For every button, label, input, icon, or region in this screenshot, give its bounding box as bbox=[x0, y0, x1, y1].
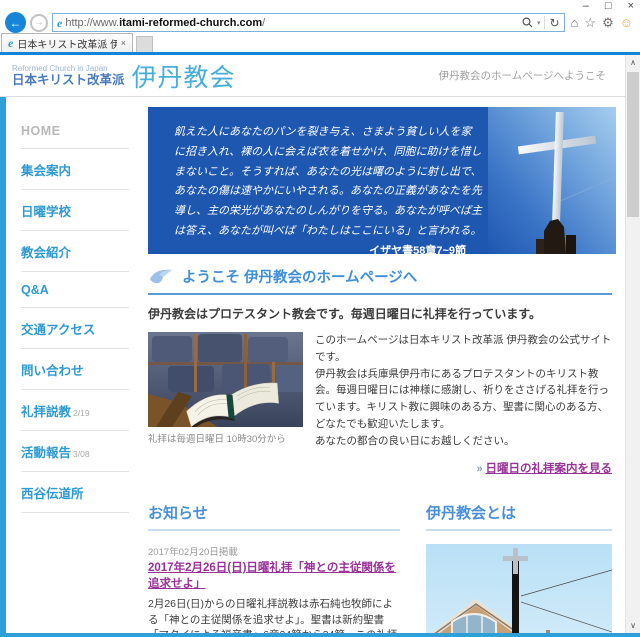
scrollbar-thumb[interactable] bbox=[627, 72, 639, 217]
scroll-down-arrow-icon[interactable]: ∨ bbox=[626, 618, 640, 633]
sidebar-item-sermons[interactable]: 礼拝説教2/19 bbox=[21, 390, 129, 431]
logo-subtitle-ja: 日本キリスト改革派 bbox=[12, 73, 125, 87]
news-link-sunday-worship[interactable]: 2017年2月26日(日)日曜礼拝「神との主従関係を追求せよ」 bbox=[148, 560, 400, 592]
sidebar-nav: HOME 集会案内 日曜学校 教会紹介 Q&A 交通アクセス 問い合わせ 礼拝説… bbox=[6, 97, 140, 633]
sidebar-item-home[interactable]: HOME bbox=[21, 113, 129, 149]
tab-bar: e 日本キリスト改革派 伊丹教会... × bbox=[0, 33, 640, 52]
photo-caption: 礼拝は毎週日曜日 10時30分から bbox=[148, 431, 303, 445]
minimize-icon[interactable]: – bbox=[583, 0, 589, 12]
home-icon[interactable]: ⌂ bbox=[571, 16, 579, 30]
url-text[interactable]: http://www.itami-reformed-church.com/ bbox=[65, 17, 519, 29]
refresh-icon[interactable]: ↻ bbox=[549, 16, 559, 30]
tab-favicon: e bbox=[8, 37, 13, 49]
cross-photo bbox=[488, 107, 616, 254]
search-icon[interactable] bbox=[522, 17, 533, 28]
page-body: HOME 集会案内 日曜学校 教会紹介 Q&A 交通アクセス 問い合わせ 礼拝説… bbox=[0, 97, 640, 633]
ie-favicon: e bbox=[57, 17, 62, 29]
scripture-verse: 飢えた人にあなたのパンを裂き与え、さまよう貧しい人を家に招き入れ、裸の人に会えば… bbox=[174, 123, 482, 242]
bible-photo bbox=[148, 332, 303, 427]
sidebar-item-access[interactable]: 交通アクセス bbox=[21, 308, 129, 349]
sidebar-item-sunday-school[interactable]: 日曜学校 bbox=[21, 190, 129, 231]
search-dropdown-icon[interactable]: ▾ bbox=[537, 19, 541, 27]
address-bar[interactable]: e http://www.itami-reformed-church.com/ … bbox=[52, 13, 565, 32]
tab-itami-church[interactable]: e 日本キリスト改革派 伊丹教会... × bbox=[1, 33, 133, 52]
scripture-reference: イザヤ書58章7~9節 bbox=[174, 242, 482, 258]
browser-window: – □ × ← → e http://www.itami-reformed-ch… bbox=[0, 0, 640, 637]
tab-title: 日本キリスト改革派 伊丹教会... bbox=[17, 36, 116, 51]
scripture-banner: 飢えた人にあなたのパンを裂き与え、さまよう貧しい人を家に招き入れ、裸の人に会えば… bbox=[148, 107, 612, 254]
new-tab-button[interactable] bbox=[136, 36, 153, 52]
news-item: 2017年02月20日掲載 2017年2月26日(日)日曜礼拝「神との主従関係を… bbox=[148, 544, 400, 633]
news-body: 2月26日(日)からの日曜礼拝説教は赤石純也牧師による「神との主従関係を追求せよ… bbox=[148, 597, 400, 633]
site-title: 伊丹教会 bbox=[132, 58, 236, 94]
favorites-star-icon[interactable]: ☆ bbox=[584, 16, 596, 30]
tab-close-icon[interactable]: × bbox=[121, 38, 126, 48]
welcome-text: このホームページは日本キリスト改革派 伊丹教会の公式サイトです。 伊丹教会は兵庫… bbox=[315, 332, 612, 478]
title-bar: – □ × bbox=[0, 0, 640, 12]
gear-icon[interactable]: ⚙ bbox=[602, 16, 614, 30]
sidebar-item-nishitani[interactable]: 西谷伝道所 bbox=[21, 472, 129, 513]
close-icon[interactable]: × bbox=[628, 0, 634, 12]
welcome-lead: 伊丹教会はプロテスタント教会です。毎週日曜日に礼拝を行っています。 bbox=[148, 305, 612, 322]
main-content: 飢えた人にあなたのパンを裂き与え、さまよう貧しい人を家に招き入れ、裸の人に会えば… bbox=[148, 97, 612, 633]
news-heading: お知らせ bbox=[148, 502, 400, 531]
about-section: 伊丹教会とは bbox=[426, 502, 612, 633]
news-section: お知らせ 2017年02月20日掲載 2017年2月26日(日)日曜礼拝「神との… bbox=[148, 502, 400, 633]
sidebar-item-contact[interactable]: 問い合わせ bbox=[21, 349, 129, 390]
scroll-up-arrow-icon[interactable]: ∧ bbox=[626, 55, 640, 70]
site-logo[interactable]: Reformed Church in Japan 日本キリスト改革派 伊丹教会 bbox=[12, 58, 236, 94]
feedback-smiley-icon[interactable]: ☺ bbox=[620, 16, 633, 30]
back-button[interactable]: ← bbox=[5, 12, 26, 33]
header-welcome-text: 伊丹教会のホームページへようこそ bbox=[439, 68, 606, 83]
site-bottom-border bbox=[0, 633, 640, 637]
divider bbox=[544, 16, 545, 29]
worship-guide-link[interactable]: 日曜日の礼拝案内を見る bbox=[486, 463, 613, 475]
navigation-bar: ← → e http://www.itami-reformed-church.c… bbox=[0, 12, 640, 33]
dove-icon bbox=[148, 267, 174, 287]
worship-photo-block: 礼拝は毎週日曜日 10時30分から bbox=[148, 332, 303, 478]
about-heading: 伊丹教会とは bbox=[426, 502, 612, 531]
link-arrows: » bbox=[476, 463, 482, 475]
maximize-icon[interactable]: □ bbox=[605, 0, 612, 12]
logo-subtitle-en: Reformed Church in Japan bbox=[12, 64, 125, 73]
church-building-photo bbox=[426, 544, 612, 633]
sidebar-item-church-intro[interactable]: 教会紹介 bbox=[21, 231, 129, 272]
welcome-heading-row: ようこそ 伊丹教会のホームページへ bbox=[148, 266, 612, 295]
news-date: 2017年02月20日掲載 bbox=[148, 544, 400, 558]
vertical-scrollbar[interactable]: ∧ ∨ bbox=[625, 55, 640, 633]
sidebar-item-meetings[interactable]: 集会案内 bbox=[21, 149, 129, 190]
site-header: Reformed Church in Japan 日本キリスト改革派 伊丹教会 … bbox=[0, 55, 640, 97]
sidebar-item-reports[interactable]: 活動報告3/08 bbox=[21, 431, 129, 472]
welcome-heading: ようこそ 伊丹教会のホームページへ bbox=[182, 266, 417, 287]
sidebar-item-qa[interactable]: Q&A bbox=[21, 272, 129, 308]
forward-button[interactable]: → bbox=[30, 14, 48, 32]
